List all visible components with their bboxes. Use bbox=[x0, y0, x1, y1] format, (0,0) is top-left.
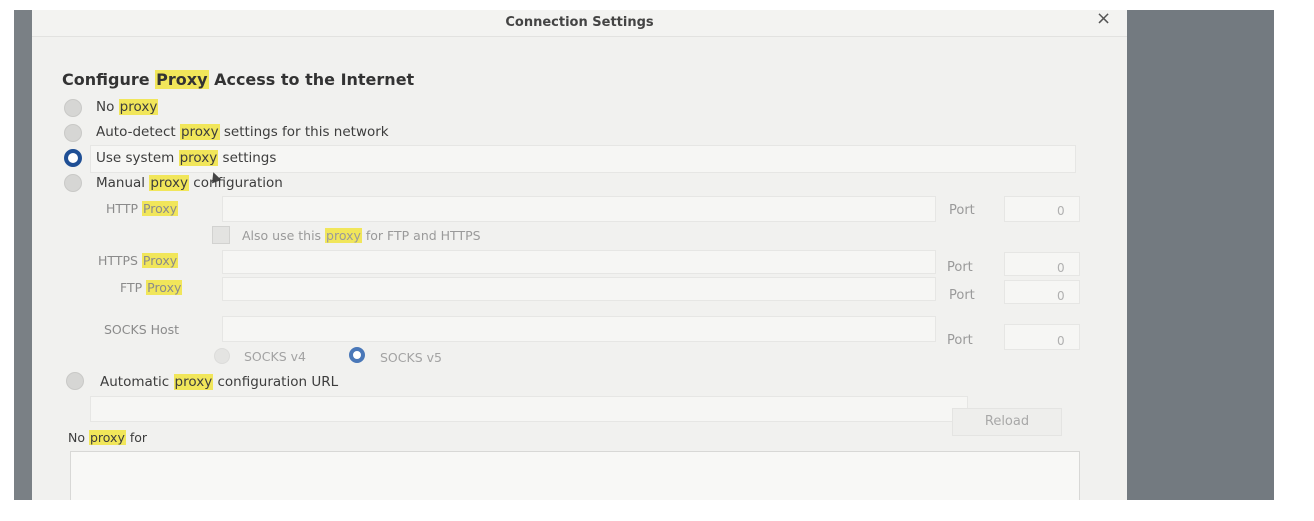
socks-port-input[interactable] bbox=[1004, 324, 1080, 350]
radio-auto-detect[interactable] bbox=[64, 124, 82, 142]
radio-use-system[interactable] bbox=[64, 149, 82, 167]
also-use-label[interactable]: Also use this proxy for FTP and HTTPS bbox=[242, 228, 481, 243]
option-auto-detect-label[interactable]: Auto-detect proxy settings for this netw… bbox=[96, 124, 389, 140]
label-highlight: proxy bbox=[325, 228, 362, 243]
https-port-input[interactable] bbox=[1004, 252, 1080, 276]
label-highlight: proxy bbox=[173, 374, 214, 390]
label-text: configuration bbox=[189, 175, 283, 191]
label-text: HTTPS bbox=[98, 253, 142, 268]
socks-port-label: Port bbox=[947, 333, 973, 348]
label-text: Also use this bbox=[242, 228, 326, 243]
no-proxy-for-textarea[interactable] bbox=[70, 451, 1080, 500]
label-text: Auto-detect bbox=[96, 124, 180, 140]
option-manual-label[interactable]: Manual proxy configuration bbox=[96, 175, 283, 191]
http-port-value: 0 bbox=[1057, 204, 1065, 218]
http-port-label: Port bbox=[949, 203, 975, 218]
label-highlight: proxy bbox=[149, 175, 190, 191]
label-text: for FTP and HTTPS bbox=[361, 228, 481, 243]
label-highlight: proxy bbox=[179, 124, 220, 140]
socks-v5-label[interactable]: SOCKS v5 bbox=[380, 350, 442, 365]
reload-button[interactable]: Reload bbox=[952, 408, 1062, 436]
radio-auto-url[interactable] bbox=[66, 372, 84, 390]
option-auto-url-label[interactable]: Automatic proxy configuration URL bbox=[100, 374, 338, 390]
label-text: configuration URL bbox=[213, 374, 339, 390]
label-text: Manual bbox=[96, 175, 150, 191]
https-port-label: Port bbox=[947, 260, 973, 275]
label-highlight: proxy bbox=[118, 99, 159, 115]
dialog-title: Connection Settings bbox=[505, 15, 654, 30]
radio-manual[interactable] bbox=[64, 174, 82, 192]
label-text: Use system bbox=[96, 150, 179, 166]
ftp-port-input[interactable] bbox=[1004, 280, 1080, 304]
label-text: No bbox=[96, 99, 119, 115]
label-text: HTTP bbox=[106, 201, 142, 216]
label-highlight: proxy bbox=[88, 430, 126, 445]
http-proxy-input[interactable] bbox=[222, 196, 936, 222]
auto-url-input[interactable] bbox=[90, 396, 968, 422]
section-heading: Configure Proxy Access to the Internet bbox=[62, 70, 414, 89]
ftp-proxy-input[interactable] bbox=[222, 277, 936, 301]
heading-post: Access to the Internet bbox=[208, 70, 415, 89]
label-text: for bbox=[125, 430, 148, 445]
title-bar: Connection Settings × bbox=[32, 10, 1127, 37]
label-text: FTP bbox=[120, 280, 147, 295]
http-port-input[interactable] bbox=[1004, 196, 1080, 222]
http-proxy-label: HTTP Proxy bbox=[106, 201, 179, 216]
radio-socks-v4[interactable] bbox=[214, 348, 230, 364]
label-text: settings for this network bbox=[219, 124, 389, 140]
label-highlight: Proxy bbox=[141, 253, 179, 268]
label-highlight: proxy bbox=[178, 150, 219, 166]
option-no-proxy-label[interactable]: No proxy bbox=[96, 99, 159, 115]
label-highlight: Proxy bbox=[141, 201, 179, 216]
also-use-checkbox[interactable] bbox=[212, 226, 230, 244]
ftp-port-value: 0 bbox=[1057, 289, 1065, 303]
label-highlight: Proxy bbox=[146, 280, 183, 295]
background-edge bbox=[14, 10, 32, 500]
photo-frame: Connection Settings × Configure Proxy Ac… bbox=[14, 10, 1274, 500]
no-proxy-for-label: No proxy for bbox=[68, 430, 147, 445]
https-port-value: 0 bbox=[1057, 261, 1065, 275]
socks-host-label: SOCKS Host bbox=[104, 322, 180, 337]
ftp-port-label: Port bbox=[949, 288, 975, 303]
radio-no-proxy[interactable] bbox=[64, 99, 82, 117]
socks-port-value: 0 bbox=[1057, 334, 1065, 348]
option-use-system-label[interactable]: Use system proxy settings bbox=[96, 150, 276, 166]
heading-pre: Configure bbox=[62, 70, 156, 89]
connection-settings-dialog: Connection Settings × Configure Proxy Ac… bbox=[32, 10, 1127, 500]
ftp-proxy-label: FTP Proxy bbox=[120, 280, 183, 295]
label-text: No bbox=[68, 430, 89, 445]
radio-socks-v5[interactable] bbox=[349, 347, 365, 363]
socks-v4-label[interactable]: SOCKS v4 bbox=[244, 349, 306, 364]
https-proxy-label: HTTPS Proxy bbox=[98, 253, 179, 268]
close-icon[interactable]: × bbox=[1096, 10, 1111, 29]
label-text: Automatic bbox=[100, 374, 174, 390]
https-proxy-input[interactable] bbox=[222, 250, 936, 274]
socks-host-input[interactable] bbox=[222, 316, 936, 342]
heading-highlight: Proxy bbox=[155, 70, 209, 89]
label-text: settings bbox=[218, 150, 277, 166]
